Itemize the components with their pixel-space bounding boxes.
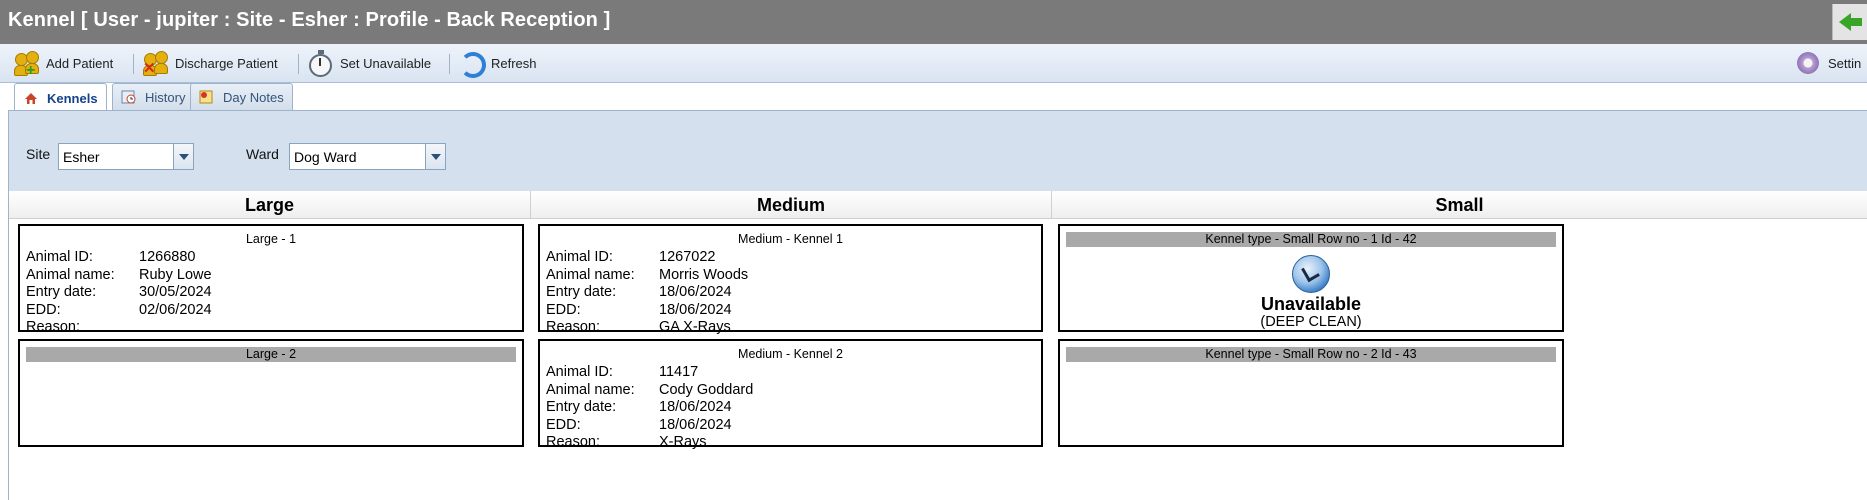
- animal-details: Animal ID: 1266880 Animal name: Ruby Lowe …: [26, 249, 522, 337]
- field-label: Animal ID:: [546, 364, 613, 380]
- toolbar: + Add Patient ✕ Discharge Patient Set Un…: [0, 44, 1867, 83]
- discharge-patient-icon: ✕: [141, 49, 169, 77]
- unavailable-reason: (DEEP CLEAN): [1260, 314, 1362, 330]
- ward-value: Dog Ward: [294, 148, 357, 165]
- field-label: Animal name:: [546, 381, 635, 398]
- tab-bar: Kennels History Day Notes: [10, 82, 1867, 112]
- field-label: Animal name:: [546, 266, 635, 283]
- refresh-button[interactable]: Refresh: [457, 48, 537, 78]
- column-header-small: Small: [1052, 191, 1867, 219]
- field-label: Animal name:: [26, 266, 115, 283]
- entry-date: 30/05/2024: [139, 284, 212, 300]
- set-unavailable-label: Set Unavailable: [340, 55, 432, 71]
- kennel-tab-icon: [23, 91, 39, 105]
- edd: 18/06/2024: [659, 416, 732, 433]
- animal-id: 11417: [659, 364, 699, 380]
- field-label: Entry date:: [546, 284, 617, 300]
- ward-select[interactable]: Dog Ward: [289, 143, 446, 170]
- filter-bar: Site Esher Ward Dog Ward: [9, 111, 1867, 191]
- field-label: EDD:: [546, 416, 581, 433]
- entry-date: 18/06/2024: [659, 399, 732, 415]
- kennels-panel: Site Esher Ward Dog Ward Large Medium Sm…: [8, 111, 1867, 500]
- animal-name: Ruby Lowe: [139, 266, 212, 283]
- kennel-name: Medium - Kennel 2: [738, 347, 843, 361]
- set-unavailable-button[interactable]: Set Unavailable: [306, 48, 431, 78]
- kennel-name: Large - 2: [26, 347, 516, 362]
- kennel-name: Kennel type - Small Row no - 2 Id - 43: [1066, 347, 1556, 362]
- field-label: Reason:: [26, 319, 81, 335]
- settings-label: Settin: [1828, 55, 1862, 71]
- field-label: Reason:: [546, 434, 601, 450]
- entry-date: 18/06/2024: [659, 284, 732, 300]
- field-label: Entry date:: [546, 399, 617, 415]
- window-titlebar: Kennel [ User - jupiter : Site - Esher :…: [0, 0, 1867, 45]
- refresh-icon: [457, 49, 486, 78]
- tab-kennels[interactable]: Kennels: [14, 83, 107, 112]
- add-patient-label: Add Patient: [46, 55, 114, 71]
- edd: 18/06/2024: [659, 301, 732, 318]
- add-patient-button[interactable]: + Add Patient: [12, 48, 114, 79]
- field-label: EDD:: [26, 301, 61, 318]
- back-button[interactable]: [1832, 4, 1867, 40]
- kennel-grid: Large Medium Small Large - 1 Animal ID: 1…: [9, 191, 1867, 500]
- site-value: Esher: [63, 148, 100, 165]
- field-label: EDD:: [546, 301, 581, 318]
- animal-name: Cody Goddard: [659, 381, 754, 398]
- gear-icon: [1794, 49, 1822, 77]
- toolbar-separator: [298, 54, 299, 74]
- field-label: Animal ID:: [26, 249, 93, 265]
- notes-icon: [199, 90, 215, 104]
- discharge-patient-button[interactable]: ✕ Discharge Patient: [141, 48, 278, 78]
- tab-label: Kennels: [47, 90, 98, 106]
- window-title: Kennel [ User - jupiter : Site - Esher :…: [8, 9, 611, 31]
- stopwatch-icon: [306, 49, 334, 77]
- unavailable-status: Unavailable (DEEP CLEAN): [1060, 255, 1562, 331]
- ward-label: Ward: [246, 146, 279, 162]
- animal-id: 1266880: [139, 249, 196, 265]
- site-label: Site: [26, 146, 51, 162]
- field-label: Entry date:: [26, 284, 97, 300]
- history-icon: [121, 90, 137, 104]
- reason: GA X-Rays: [659, 319, 731, 335]
- animal-id: 1267022: [659, 249, 716, 265]
- unavailable-title: Unavailable: [1260, 294, 1362, 314]
- kennel-card[interactable]: Large - 2: [18, 339, 524, 447]
- settings-button[interactable]: Settin: [1794, 48, 1861, 78]
- kennel-name: Large - 1: [245, 232, 297, 246]
- column-header-medium: Medium: [531, 191, 1052, 219]
- site-select[interactable]: Esher: [58, 143, 194, 170]
- chevron-down-icon[interactable]: [173, 144, 193, 169]
- tab-label: History: [145, 89, 186, 105]
- tab-day-notes[interactable]: Day Notes: [190, 83, 293, 110]
- field-label: Reason:: [546, 319, 601, 335]
- kennel-card[interactable]: Large - 1 Animal ID: 1266880 Animal name:…: [18, 224, 524, 335]
- animal-details: Animal ID: 1267022 Animal name: Morris Woo…: [546, 249, 1041, 337]
- kennel-card[interactable]: Kennel type - Small Row no - 1 Id - 42 U…: [1058, 224, 1564, 332]
- kennel-card[interactable]: Kennel type - Small Row no - 2 Id - 43: [1058, 339, 1564, 447]
- column-header-large: Large: [9, 191, 531, 219]
- kennel-name: Kennel type - Small Row no - 1 Id - 42: [1066, 232, 1556, 247]
- tab-history[interactable]: History: [112, 83, 195, 110]
- chevron-down-icon[interactable]: [425, 144, 445, 169]
- field-label: Animal ID:: [546, 249, 613, 265]
- reason: X-Rays: [659, 434, 707, 450]
- toolbar-separator: [133, 54, 134, 74]
- kennel-name: Medium - Kennel 1: [738, 232, 843, 246]
- animal-details: Animal ID: 11417 Animal name: Cody Goddard…: [546, 364, 1041, 452]
- kennel-card[interactable]: Medium - Kennel 1 Animal ID: 1267022 Anim…: [538, 224, 1043, 335]
- toolbar-separator: [449, 54, 450, 74]
- kennel-card[interactable]: Medium - Kennel 2 Animal ID: 11417 Animal…: [538, 339, 1043, 450]
- animal-name: Morris Woods: [659, 266, 749, 283]
- refresh-label: Refresh: [491, 55, 537, 71]
- edd: 02/06/2024: [139, 301, 212, 318]
- add-patient-icon: +: [12, 49, 40, 79]
- tab-label: Day Notes: [223, 89, 284, 105]
- unavailable-icon: [1292, 255, 1330, 293]
- discharge-patient-label: Discharge Patient: [175, 55, 278, 71]
